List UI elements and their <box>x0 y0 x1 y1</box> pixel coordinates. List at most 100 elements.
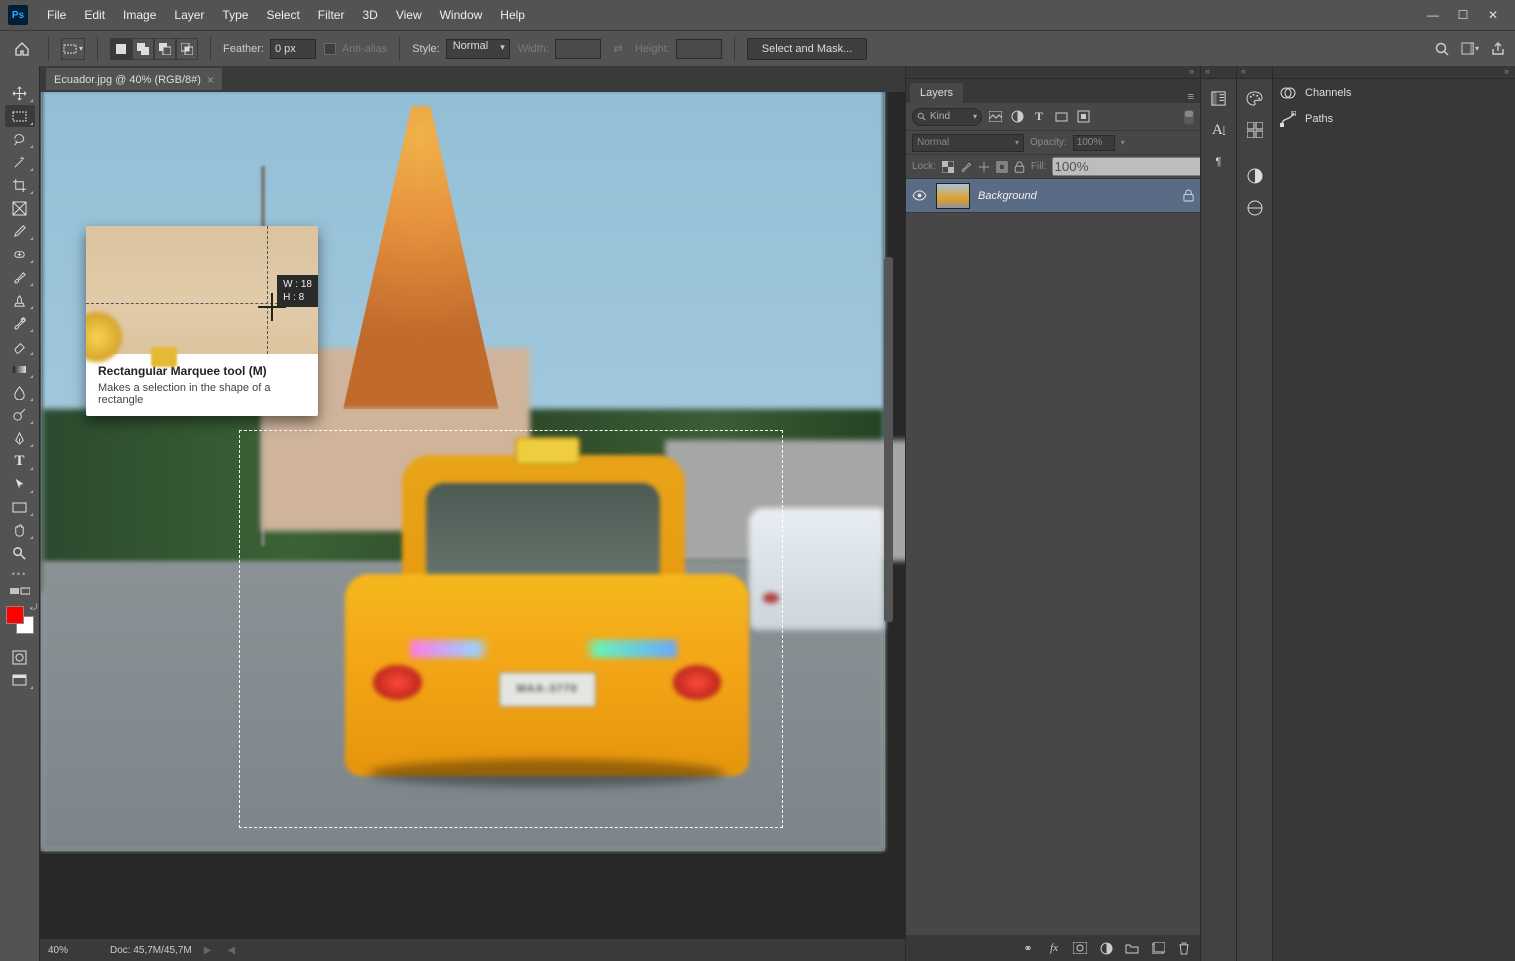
current-tool-indicator[interactable]: ▾ <box>61 38 85 60</box>
layer-lock-icon[interactable] <box>1183 189 1194 202</box>
magic-wand-tool[interactable] <box>5 151 35 173</box>
document-tab-close-icon[interactable]: × <box>207 73 214 87</box>
healing-brush-tool[interactable] <box>5 243 35 265</box>
character-panel-icon[interactable]: A| <box>1206 118 1232 142</box>
rectangular-marquee-tool[interactable] <box>5 105 35 127</box>
layer-kind-filter[interactable]: Kind▾ <box>912 108 982 126</box>
selection-intersect-icon[interactable] <box>176 38 198 60</box>
menu-view[interactable]: View <box>387 0 431 30</box>
vertical-scrollbar[interactable] <box>884 257 893 622</box>
menu-select[interactable]: Select <box>257 0 308 30</box>
adjustments-panel-icon[interactable] <box>1242 164 1268 188</box>
menu-edit[interactable]: Edit <box>75 0 114 30</box>
menu-help[interactable]: Help <box>491 0 534 30</box>
filter-smart-icon[interactable] <box>1074 108 1092 126</box>
history-panel-icon[interactable] <box>1206 86 1232 110</box>
menu-3d[interactable]: 3D <box>353 0 386 30</box>
window-minimize-icon[interactable]: — <box>1419 5 1447 25</box>
menu-window[interactable]: Window <box>431 0 492 30</box>
frame-tool[interactable] <box>5 197 35 219</box>
status-chevron2-icon[interactable]: ◀ <box>227 945 235 956</box>
workspace-switcher-icon[interactable]: ▾ <box>1461 40 1479 58</box>
rectangle-tool[interactable] <box>5 496 35 518</box>
gradient-tool[interactable] <box>5 358 35 380</box>
menu-type[interactable]: Type <box>213 0 257 30</box>
lock-pixels-icon[interactable] <box>960 159 972 175</box>
link-layers-icon[interactable]: ⚭ <box>1020 940 1036 956</box>
dock-a-collapse-strip[interactable]: « <box>1201 66 1236 79</box>
eraser-tool[interactable] <box>5 335 35 357</box>
paragraph-panel-icon[interactable]: ¶ <box>1206 150 1232 174</box>
new-group-icon[interactable] <box>1124 940 1140 956</box>
feather-input[interactable] <box>270 39 316 59</box>
swap-colors-icon[interactable]: ⤾ <box>30 602 38 613</box>
lock-artboard-icon[interactable] <box>996 159 1008 175</box>
filter-pixel-icon[interactable] <box>986 108 1004 126</box>
canvas-viewport[interactable]: MAA-3770 W : 18 H : 8 R <box>40 92 905 939</box>
select-and-mask-button[interactable]: Select and Mask... <box>747 38 868 60</box>
edit-toolbar-icon[interactable] <box>5 583 35 599</box>
lasso-tool[interactable] <box>5 128 35 150</box>
layer-name[interactable]: Background <box>978 190 1175 202</box>
styles-panel-icon[interactable] <box>1242 196 1268 220</box>
blur-tool[interactable] <box>5 381 35 403</box>
screen-mode-icon[interactable] <box>5 669 35 691</box>
clone-stamp-tool[interactable] <box>5 289 35 311</box>
layers-collapse-strip[interactable]: » <box>906 66 1200 79</box>
status-zoom[interactable]: 40% <box>48 945 98 956</box>
style-select[interactable]: Normal <box>446 39 510 59</box>
quick-mask-icon[interactable] <box>5 646 35 668</box>
eyedropper-tool[interactable] <box>5 220 35 242</box>
channels-collapse-strip[interactable]: » <box>1273 66 1515 79</box>
swatches-panel-icon[interactable] <box>1242 118 1268 142</box>
new-layer-icon[interactable] <box>1150 940 1166 956</box>
lock-position-icon[interactable] <box>978 159 990 175</box>
brush-tool[interactable] <box>5 266 35 288</box>
history-brush-tool[interactable] <box>5 312 35 334</box>
adjustment-layer-icon[interactable] <box>1098 940 1114 956</box>
move-tool[interactable] <box>5 82 35 104</box>
channels-panel-button[interactable]: Channels <box>1273 80 1515 106</box>
lock-all-icon[interactable] <box>1014 159 1025 175</box>
selection-add-icon[interactable] <box>132 38 154 60</box>
lock-transparent-icon[interactable] <box>942 159 954 175</box>
menu-filter[interactable]: Filter <box>309 0 354 30</box>
menu-image[interactable]: Image <box>114 0 165 30</box>
status-chevron-icon[interactable]: ▶ <box>204 945 212 956</box>
type-tool[interactable]: T <box>5 450 35 472</box>
color-panel-icon[interactable] <box>1242 86 1268 110</box>
home-button[interactable] <box>8 37 36 61</box>
foreground-color[interactable] <box>6 606 24 624</box>
layer-row[interactable]: Background <box>906 179 1200 213</box>
layer-visibility-icon[interactable] <box>912 190 928 201</box>
zoom-tool[interactable] <box>5 542 35 564</box>
canvas[interactable]: MAA-3770 <box>42 92 884 850</box>
dodge-tool[interactable] <box>5 404 35 426</box>
layers-tab[interactable]: Layers <box>910 83 963 103</box>
status-doc-size[interactable]: Doc: 45,7M/45,7M <box>110 945 192 956</box>
panel-menu-icon[interactable]: ≡ <box>1182 91 1200 103</box>
hand-tool[interactable] <box>5 519 35 541</box>
add-mask-icon[interactable] <box>1072 940 1088 956</box>
menu-file[interactable]: File <box>38 0 75 30</box>
delete-layer-icon[interactable] <box>1176 940 1192 956</box>
layer-fx-icon[interactable]: fx <box>1046 940 1062 956</box>
dock-b-collapse-strip[interactable]: « <box>1237 66 1272 79</box>
selection-new-icon[interactable] <box>110 38 132 60</box>
path-selection-tool[interactable] <box>5 473 35 495</box>
crop-tool[interactable] <box>5 174 35 196</box>
selection-subtract-icon[interactable] <box>154 38 176 60</box>
tool-overflow-icon[interactable]: ••• <box>12 569 27 579</box>
color-swatches[interactable]: ⤾ <box>6 606 34 634</box>
filter-type-icon[interactable]: T <box>1030 108 1048 126</box>
pen-tool[interactable] <box>5 427 35 449</box>
window-maximize-icon[interactable]: ☐ <box>1449 5 1477 25</box>
document-tab[interactable]: Ecuador.jpg @ 40% (RGB/8#) × <box>46 68 222 90</box>
menu-layer[interactable]: Layer <box>165 0 213 30</box>
layer-thumbnail[interactable] <box>936 183 970 209</box>
filter-adjustment-icon[interactable] <box>1008 108 1026 126</box>
search-icon[interactable] <box>1433 40 1451 58</box>
filter-toggle[interactable] <box>1184 110 1194 124</box>
window-close-icon[interactable]: ✕ <box>1479 5 1507 25</box>
paths-panel-button[interactable]: Paths <box>1273 106 1515 132</box>
